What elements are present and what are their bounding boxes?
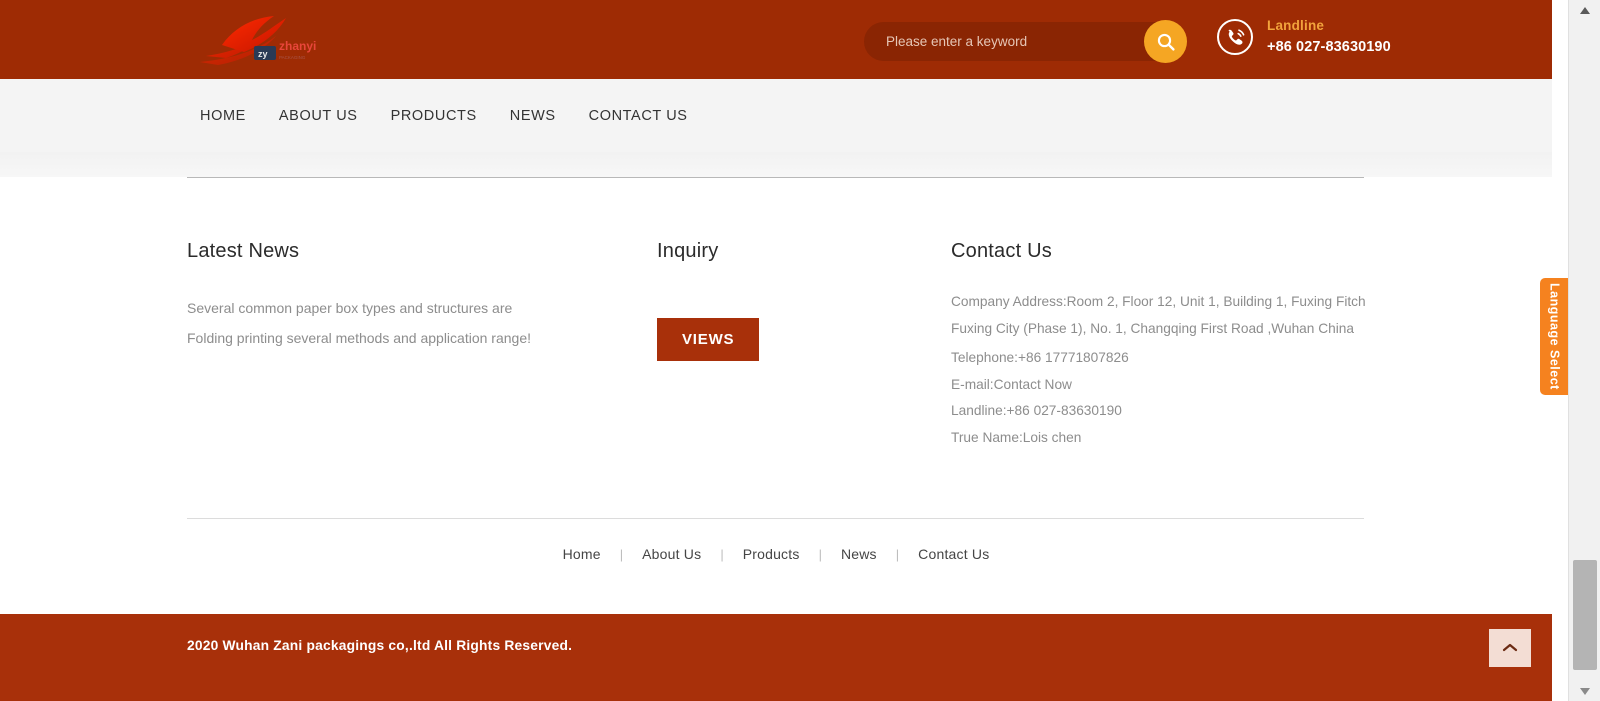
browser-scrollbar[interactable] [1568, 0, 1600, 701]
nav-list: HOME ABOUT US PRODUCTS NEWS CONTACT US [200, 79, 721, 152]
news-item[interactable]: Several common paper box types and struc… [187, 293, 617, 323]
contact-details-list: Company Address:Room 2, Floor 12, Unit 1… [951, 291, 1371, 451]
main-navbar: HOME ABOUT US PRODUCTS NEWS CONTACT US [0, 79, 1552, 152]
contact-us-title: Contact Us [951, 240, 1371, 263]
search-button[interactable] [1144, 20, 1187, 63]
landline-block: Landline +86 027-83630190 [1216, 18, 1391, 56]
phone-icon [1216, 18, 1254, 56]
site-header: zy zhanyi PACKAGING [0, 0, 1552, 79]
inquiry-title: Inquiry [657, 240, 917, 263]
views-button[interactable]: VIEWS [657, 318, 759, 361]
contact-true-name: True Name:Lois chen [951, 425, 1371, 452]
search-icon [1156, 32, 1176, 52]
scrollbar-down-arrow-icon[interactable] [1569, 681, 1600, 701]
footer-top-divider [187, 177, 1364, 178]
contact-email[interactable]: E-mail:Contact Now [951, 372, 1371, 399]
landline-number: +86 027-83630190 [1267, 38, 1391, 56]
scrollbar-thumb[interactable] [1573, 560, 1597, 670]
nav-item-contact-us[interactable]: CONTACT US [589, 108, 721, 124]
footer-nav: Home | About Us | Products | News | Cont… [0, 546, 1552, 562]
contact-landline: Landline:+86 027-83630190 [951, 398, 1371, 425]
footer-link-products[interactable]: Products [724, 546, 819, 562]
site-logo[interactable]: zy zhanyi PACKAGING [200, 12, 318, 67]
latest-news-list: Several common paper box types and struc… [187, 293, 617, 353]
language-select-tab[interactable]: Language Select [1540, 278, 1568, 395]
page-root: zy zhanyi PACKAGING [0, 0, 1568, 701]
footer-link-home[interactable]: Home [544, 546, 620, 562]
footer-column-inquiry: Inquiry VIEWS [657, 240, 917, 361]
back-to-top-button[interactable] [1489, 629, 1531, 667]
language-select-label: Language Select [1548, 283, 1562, 390]
latest-news-title: Latest News [187, 240, 617, 263]
contact-address-line-1: Company Address:Room 2, Floor 12, Unit 1… [951, 291, 1371, 312]
svg-text:PACKAGING: PACKAGING [279, 55, 306, 60]
nav-item-news[interactable]: NEWS [510, 108, 589, 124]
nav-item-home[interactable]: HOME [200, 108, 279, 124]
contact-telephone: Telephone:+86 17771807826 [951, 345, 1371, 372]
copyright-text: 2020 Wuhan Zani packagings co,.ltd All R… [187, 638, 572, 653]
content-band [0, 152, 1552, 177]
nav-item-products[interactable]: PRODUCTS [391, 108, 510, 124]
copyright-bar: 2020 Wuhan Zani packagings co,.ltd All R… [0, 614, 1552, 701]
svg-text:zy: zy [258, 49, 268, 59]
footer-link-about-us[interactable]: About Us [623, 546, 720, 562]
nav-item-about-us[interactable]: ABOUT US [279, 108, 391, 124]
news-item[interactable]: Folding printing several methods and app… [187, 323, 617, 353]
contact-address-line-2: Fuxing City (Phase 1), No. 1, Changqing … [951, 318, 1371, 339]
footer-link-contact-us[interactable]: Contact Us [899, 546, 1008, 562]
chevron-up-icon [1501, 642, 1519, 654]
svg-text:zhanyi: zhanyi [279, 39, 316, 53]
search-input[interactable] [864, 22, 1179, 61]
search-bar [864, 22, 1179, 61]
scrollbar-up-arrow-icon[interactable] [1569, 0, 1600, 20]
footer-column-contact-us: Contact Us Company Address:Room 2, Floor… [951, 240, 1371, 451]
landline-label: Landline [1267, 18, 1391, 35]
footer-column-latest-news: Latest News Several common paper box typ… [187, 240, 617, 353]
footer-bottom-divider [187, 518, 1364, 519]
footer-link-news[interactable]: News [822, 546, 896, 562]
